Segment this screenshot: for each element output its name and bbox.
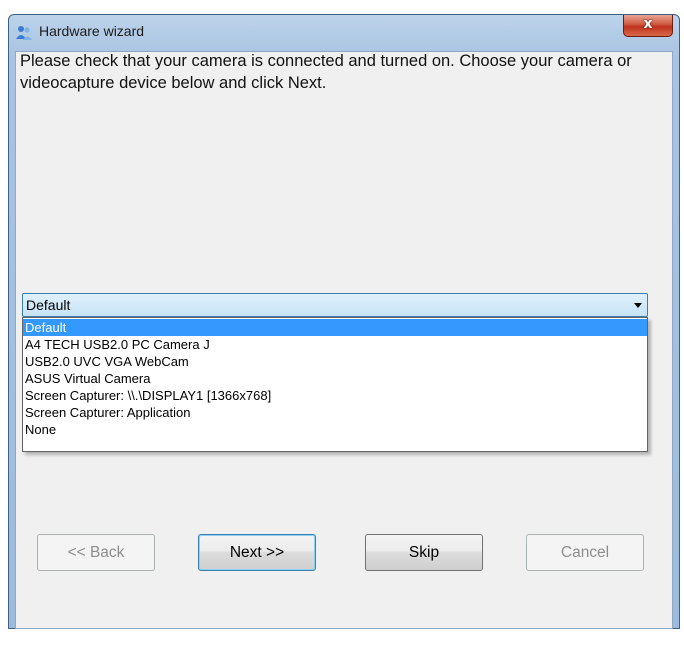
dropdown-option[interactable]: ASUS Virtual Camera bbox=[23, 370, 647, 387]
dropdown-option[interactable]: Screen Capturer: Application bbox=[23, 404, 647, 421]
title-bar[interactable]: Hardware wizard x bbox=[9, 15, 679, 49]
skip-button[interactable]: Skip bbox=[365, 534, 483, 571]
instructions-text: Please check that your camera is connect… bbox=[20, 52, 632, 92]
chevron-down-icon[interactable] bbox=[634, 303, 642, 308]
dropdown-option[interactable]: Default bbox=[23, 319, 647, 336]
back-button[interactable]: << Back bbox=[37, 534, 155, 571]
dropdown-option[interactable]: USB2.0 UVC VGA WebCam bbox=[23, 353, 647, 370]
dropdown-option[interactable]: Screen Capturer: \\.\DISPLAY1 [1366x768] bbox=[23, 387, 647, 404]
device-select[interactable]: Default bbox=[22, 293, 648, 317]
dropdown-option[interactable]: None bbox=[23, 421, 647, 438]
dropdown-option[interactable]: A4 TECH USB2.0 PC Camera J bbox=[23, 336, 647, 353]
cancel-button[interactable]: Cancel bbox=[526, 534, 644, 571]
next-button[interactable]: Next >> bbox=[198, 534, 316, 571]
device-select-value: Default bbox=[26, 297, 71, 313]
users-icon bbox=[15, 24, 33, 42]
window-title: Hardware wizard bbox=[39, 23, 145, 39]
device-dropdown-list: Default A4 TECH USB2.0 PC Camera J USB2.… bbox=[22, 317, 648, 452]
close-button[interactable]: x bbox=[623, 15, 673, 37]
